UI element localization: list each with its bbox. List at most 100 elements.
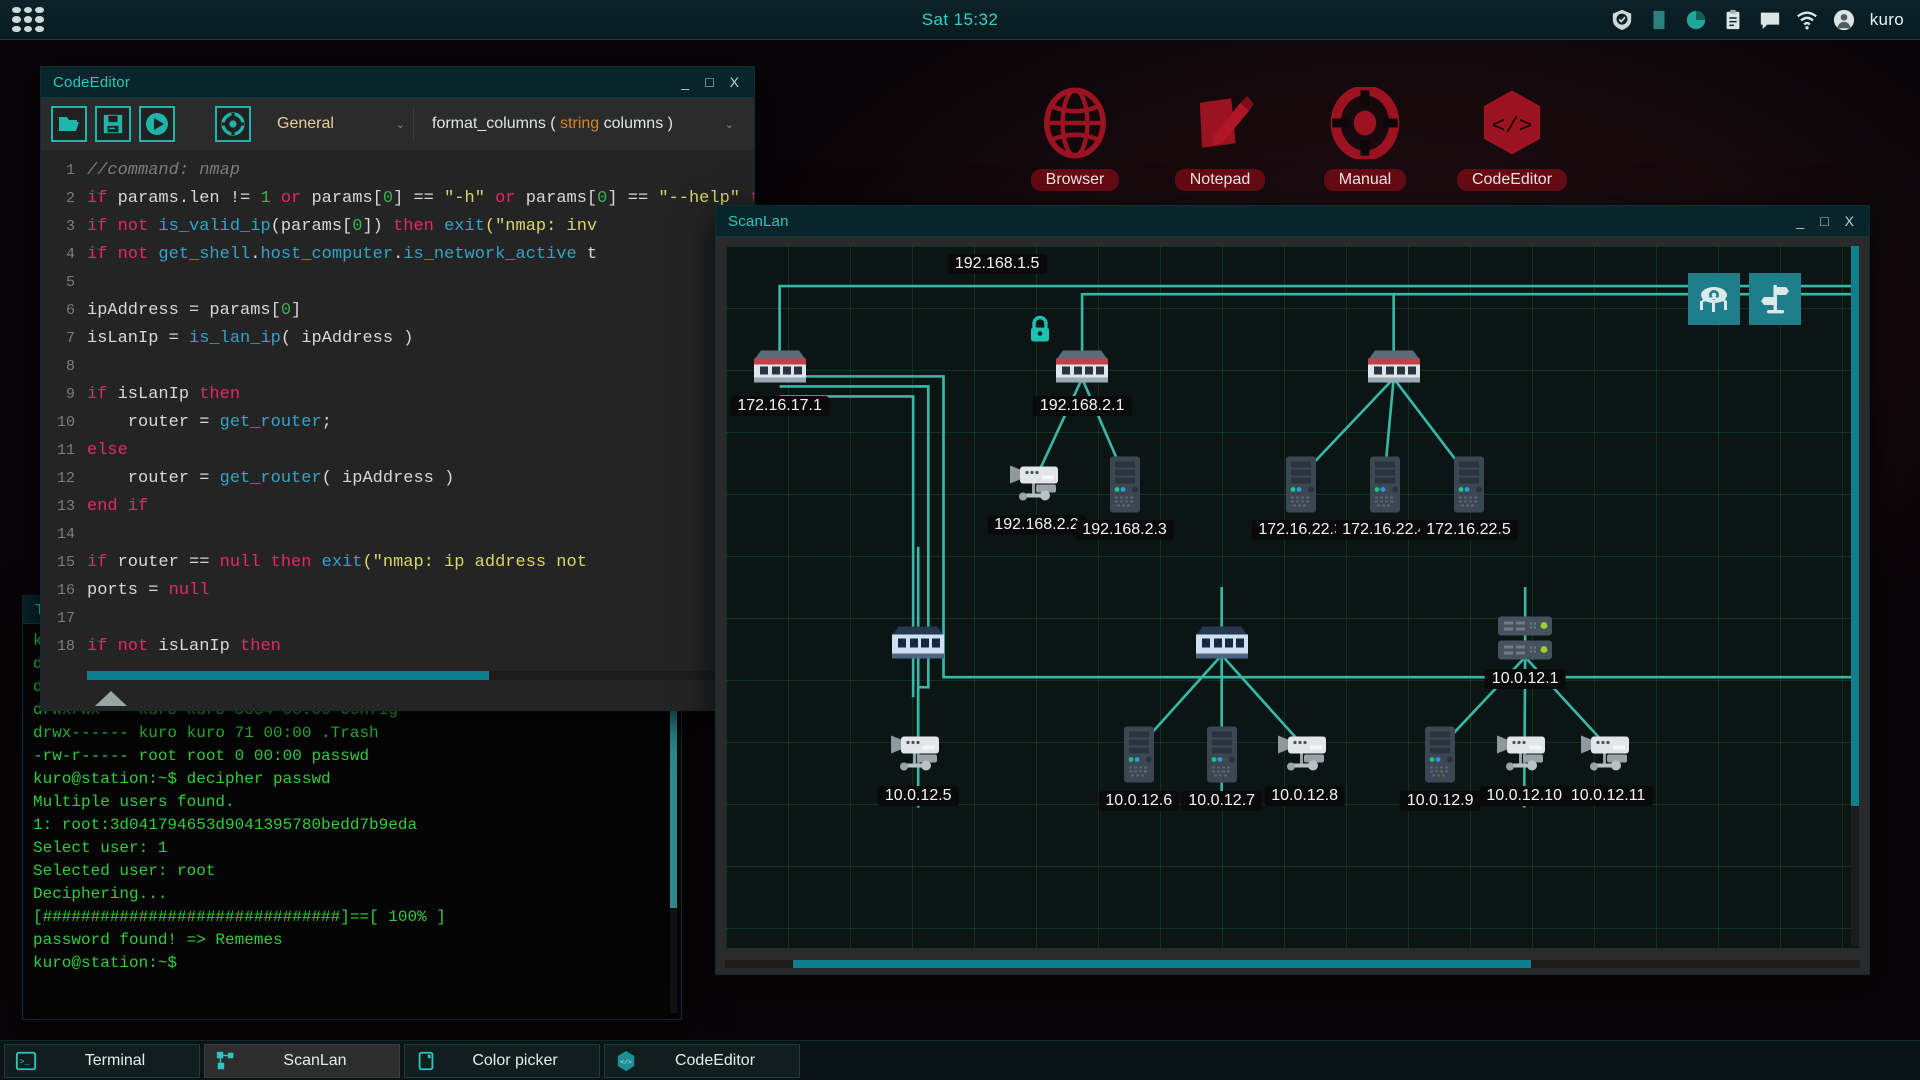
code-horizontal-scrollbar[interactable] — [87, 671, 746, 680]
line-number: 14 — [56, 525, 75, 543]
network-node-label: 172.16.17.1 — [730, 396, 829, 417]
top-bar: Sat 15:32 kuro — [0, 0, 1920, 40]
desktop-icon-codeeditor[interactable]: </> CodeEditor — [1437, 85, 1587, 191]
code-line: 12 router = get_router( ipAddress ) — [41, 464, 754, 492]
network-node-label: 10.0.12.5 — [877, 785, 959, 806]
taskbar-item-color-picker[interactable]: Color picker — [404, 1043, 600, 1078]
network-node-label: 192.168.2.2 — [987, 514, 1086, 535]
network-node-pc[interactable] — [1452, 455, 1486, 518]
network-node-pc[interactable] — [1122, 726, 1156, 789]
taskbar-item-label: Color picker — [472, 1051, 558, 1069]
watcher-button[interactable] — [1688, 273, 1740, 325]
language-selector[interactable]: General ⌄ — [259, 106, 414, 142]
save-file-button[interactable] — [95, 106, 131, 142]
minimize-button[interactable]: _ — [681, 75, 689, 89]
routes-button[interactable] — [1749, 273, 1801, 325]
hex-code-icon: </> — [1437, 85, 1587, 161]
network-node-camera[interactable] — [887, 731, 949, 784]
network-node-label: 192.168.2.1 — [1032, 396, 1132, 417]
taskbar-item-label: ScanLan — [283, 1051, 347, 1069]
maximize-button[interactable]: □ — [1820, 214, 1828, 228]
line-source: if params.len != 1 or params[0] == "-h" … — [87, 188, 754, 208]
taskbar: >_ Terminal ScanLan Color picker </> Cod… — [0, 1040, 1920, 1080]
shield-check-icon[interactable] — [1611, 9, 1633, 31]
apps-menu-button[interactable] — [0, 0, 56, 40]
function-selector[interactable]: format_columns ( string columns ) ⌄ — [422, 106, 744, 142]
scanlan-window[interactable]: ScanLan _ □ X 192.168.1.5 172.16.17.1 19… — [715, 205, 1870, 975]
terminal-line: drwx------ kuro kuro 71 00:00 .Trash — [33, 724, 379, 742]
code-editor-window[interactable]: CodeEditor _ □ X General ⌄ format_column… — [40, 66, 755, 711]
network-node-pc[interactable] — [1205, 726, 1239, 789]
pie-chart-icon[interactable] — [1685, 9, 1707, 31]
code-line: 1 //command: nmap — [41, 156, 754, 184]
close-button[interactable]: X — [730, 75, 739, 89]
network-node-camera[interactable] — [1577, 731, 1639, 784]
network-node-label: 10.0.12.10 — [1479, 785, 1569, 806]
network-node-router[interactable] — [1051, 349, 1113, 394]
network-node-pc[interactable] — [1108, 455, 1142, 518]
network-node-camera[interactable] — [1493, 731, 1555, 784]
network-node-pc[interactable] — [1284, 455, 1318, 518]
desktop-icon-manual[interactable]: Manual — [1290, 85, 1440, 191]
code-line: 2 if params.len != 1 or params[0] == "-h"… — [41, 184, 754, 212]
taskbar-item-terminal[interactable]: >_ Terminal — [4, 1043, 200, 1078]
run-button[interactable] — [139, 106, 175, 142]
network-node-label: 192.168.1.5 — [947, 254, 1047, 275]
network-node-rack[interactable] — [1494, 614, 1556, 671]
battery-icon[interactable] — [1648, 9, 1670, 31]
terminal-line: Select user: 1 — [33, 839, 168, 857]
code-line: 18 if not isLanIp then — [41, 632, 754, 660]
lifebuoy-icon — [221, 112, 245, 136]
close-button[interactable]: X — [1845, 214, 1854, 228]
code-line: 10 router = get_router; — [41, 408, 754, 436]
network-node-router[interactable] — [1363, 349, 1425, 394]
scroll-up-arrow-icon[interactable] — [95, 691, 127, 706]
code-editor-text-area[interactable]: 1 //command: nmap 2 if params.len != 1 or p… — [41, 150, 754, 710]
line-number: 5 — [65, 273, 75, 291]
colorpick-icon — [413, 1048, 439, 1074]
line-number: 6 — [65, 301, 75, 319]
scanlan-body: 192.168.1.5 172.16.17.1 192.168.2.1 192.168… — [716, 237, 1869, 974]
desktop-icon-label: Browser — [1030, 169, 1120, 191]
chat-icon[interactable] — [1759, 9, 1781, 31]
user-avatar-icon[interactable] — [1833, 9, 1855, 31]
maximize-button[interactable]: □ — [705, 75, 713, 89]
network-node-label: 192.168.2.3 — [1075, 519, 1174, 540]
minimize-button[interactable]: _ — [1796, 214, 1804, 228]
scanlan-titlebar[interactable]: ScanLan _ □ X — [716, 206, 1869, 237]
help-button[interactable] — [215, 106, 251, 142]
network-node-camera[interactable] — [1274, 731, 1336, 784]
note-pencil-icon — [1145, 85, 1295, 161]
code-editor-titlebar[interactable]: CodeEditor _ □ X — [41, 67, 754, 98]
wifi-icon[interactable] — [1796, 9, 1818, 31]
desktop-icon-browser[interactable]: Browser — [1000, 85, 1150, 191]
line-number: 16 — [56, 581, 75, 599]
clipboard-icon[interactable] — [1722, 9, 1744, 31]
taskbar-item-scanlan[interactable]: ScanLan — [204, 1043, 400, 1078]
line-number: 11 — [56, 441, 75, 459]
terminal-line: 1: root:3d041794653d9041395780bedd7b9eda — [33, 816, 418, 834]
network-node-pc[interactable] — [1423, 726, 1457, 789]
network-node-switch[interactable] — [887, 625, 949, 670]
terminal-line: Multiple users found. — [33, 793, 235, 811]
network-node-switch[interactable] — [1191, 625, 1253, 670]
open-file-button[interactable] — [51, 106, 87, 142]
desktop-icon-label: CodeEditor — [1456, 169, 1568, 191]
line-number: 1 — [65, 161, 75, 179]
line-number: 7 — [65, 329, 75, 347]
network-node-router[interactable] — [749, 349, 811, 394]
line-source: router = get_router; — [87, 412, 332, 432]
taskbar-item-codeeditor[interactable]: </> CodeEditor — [604, 1043, 800, 1078]
line-number: 12 — [56, 469, 75, 487]
line-number: 18 — [56, 637, 75, 655]
svg-text:>_: >_ — [20, 1057, 30, 1066]
network-map[interactable]: 192.168.1.5 172.16.17.1 192.168.2.1 192.168… — [725, 245, 1860, 949]
desktop-icon-notepad[interactable]: Notepad — [1145, 85, 1295, 191]
scanlan-horizontal-scrollbar[interactable] — [725, 960, 1860, 968]
network-node-camera[interactable] — [1006, 460, 1068, 513]
network-node-pc[interactable] — [1368, 455, 1402, 518]
window-title: ScanLan — [728, 212, 789, 230]
scanlan-vertical-scrollbar[interactable] — [1851, 246, 1859, 946]
terminal-line: kuro@station:~$ decipher passwd — [33, 770, 331, 788]
hex-code-icon: </> — [613, 1048, 639, 1074]
